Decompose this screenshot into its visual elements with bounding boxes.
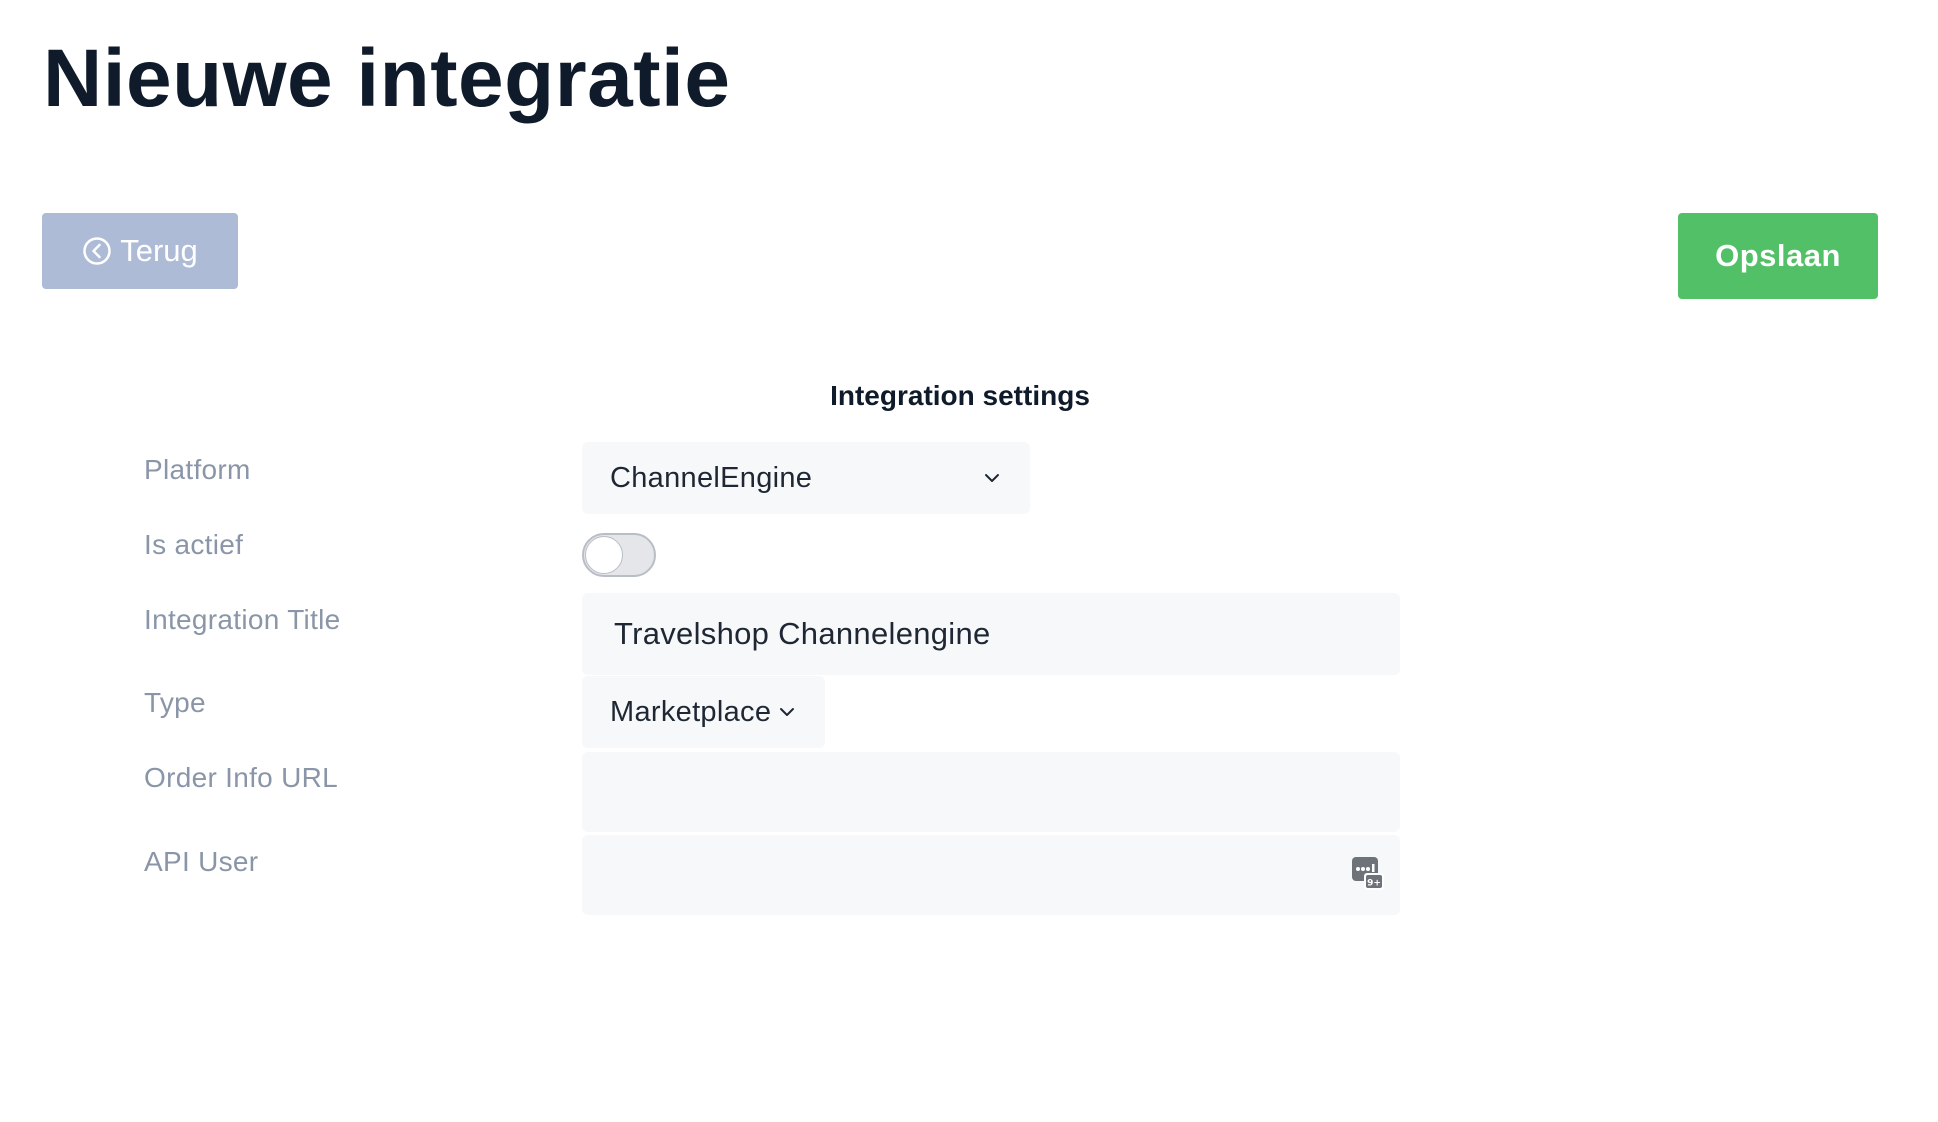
api-user-input[interactable]	[582, 835, 1400, 915]
order-info-url-label: Order Info URL	[144, 762, 339, 793]
api-user-field-wrapper: 9+	[582, 835, 1400, 915]
chevron-down-icon	[982, 468, 1002, 488]
integration-title-label: Integration Title	[144, 604, 341, 635]
page-title: Nieuwe integratie	[43, 33, 731, 124]
back-button-label: Terug	[120, 233, 198, 268]
platform-label: Platform	[144, 454, 251, 485]
platform-select-value: ChannelEngine	[610, 461, 813, 494]
api-user-label: API User	[144, 846, 259, 877]
chevron-down-icon	[777, 702, 797, 722]
circle-chevron-left-icon	[82, 236, 112, 266]
integration-title-input[interactable]	[582, 593, 1400, 675]
order-info-url-input[interactable]	[582, 752, 1400, 832]
save-button[interactable]: Opslaan	[1678, 213, 1878, 299]
toggle-knob	[585, 536, 623, 574]
new-integration-page: Nieuwe integratie Terug Opslaan Integrat…	[0, 0, 1938, 1122]
type-select[interactable]: Marketplace	[582, 676, 825, 748]
is-active-toggle[interactable]	[582, 533, 656, 577]
type-label: Type	[144, 687, 206, 718]
type-select-value: Marketplace	[610, 695, 772, 728]
integration-title-field-wrapper	[582, 593, 1400, 675]
is-active-label: Is actief	[144, 529, 244, 560]
password-manager-icon[interactable]: 9+	[1350, 855, 1386, 893]
back-button[interactable]: Terug	[42, 213, 238, 289]
platform-select[interactable]: ChannelEngine	[582, 442, 1030, 514]
svg-text:9+: 9+	[1367, 879, 1381, 889]
section-title: Integration settings	[830, 380, 1090, 411]
order-info-url-field-wrapper	[582, 752, 1400, 832]
